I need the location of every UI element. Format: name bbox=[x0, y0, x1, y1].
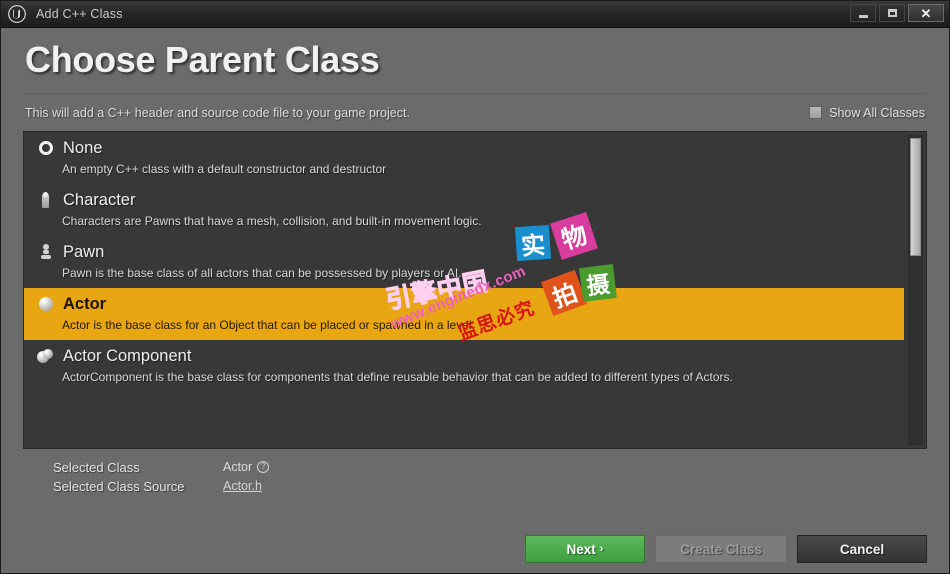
add-cpp-class-dialog: Add C++ Class ✕ Choose Parent Class This… bbox=[0, 0, 950, 574]
sphere-icon bbox=[37, 296, 54, 313]
selected-class-info: Selected Class Actor ? Selected Class So… bbox=[1, 449, 949, 496]
class-name: None bbox=[63, 138, 103, 157]
class-description: An empty C++ class with a default constr… bbox=[62, 161, 387, 176]
pawn-icon bbox=[37, 244, 54, 261]
create-class-button-label: Create Class bbox=[680, 541, 762, 557]
show-all-classes-checkbox[interactable]: Show All Classes bbox=[809, 106, 925, 120]
cancel-button[interactable]: Cancel bbox=[797, 535, 927, 563]
class-row-head: Actor bbox=[24, 295, 904, 314]
class-list-item-actor-component[interactable]: Actor Component ActorComponent is the ba… bbox=[24, 340, 904, 392]
selected-class-label: Selected Class bbox=[53, 459, 140, 475]
parent-class-list[interactable]: None An empty C++ class with a default c… bbox=[23, 130, 927, 449]
show-all-classes-label: Show All Classes bbox=[829, 105, 925, 120]
class-row-head: Character bbox=[24, 191, 904, 210]
class-row-head: None bbox=[24, 139, 904, 158]
class-list-item-pawn[interactable]: Pawn Pawn is the base class of all actor… bbox=[24, 236, 904, 288]
class-description: Pawn is the base class of all actors tha… bbox=[62, 265, 462, 280]
class-name: Actor bbox=[63, 294, 107, 313]
class-list-item-none[interactable]: None An empty C++ class with a default c… bbox=[24, 132, 904, 184]
dialog-footer: Next › Create Class Cancel bbox=[1, 535, 949, 563]
page-title: Choose Parent Class bbox=[25, 39, 380, 80]
cancel-button-label: Cancel bbox=[839, 541, 885, 557]
class-description: Characters are Pawns that have a mesh, c… bbox=[62, 213, 482, 228]
selected-class-source-label: Selected Class Source bbox=[53, 478, 185, 494]
class-description: ActorComponent is the base class for com… bbox=[62, 369, 733, 384]
close-icon[interactable]: ✕ bbox=[908, 4, 944, 22]
create-class-button: Create Class bbox=[655, 535, 787, 563]
class-name: Character bbox=[63, 190, 136, 209]
unreal-engine-logo-icon bbox=[7, 4, 27, 24]
list-scrollbar-thumb[interactable] bbox=[910, 137, 921, 256]
window-title: Add C++ Class bbox=[36, 7, 123, 21]
help-icon[interactable]: ? bbox=[257, 461, 270, 474]
chevron-right-icon: › bbox=[599, 543, 604, 555]
maximize-icon[interactable] bbox=[879, 4, 905, 22]
minimize-icon[interactable] bbox=[850, 4, 876, 22]
class-description: Actor is the base class for an Object th… bbox=[62, 317, 475, 332]
ring-icon bbox=[37, 140, 54, 157]
class-list-viewport: None An empty C++ class with a default c… bbox=[24, 132, 926, 448]
selected-class-source-link[interactable]: Actor.h bbox=[223, 479, 262, 493]
title-bar: Add C++ Class ✕ bbox=[1, 1, 949, 28]
dialog-subtitle: This will add a C++ header and source co… bbox=[25, 105, 410, 120]
selected-class-source-row: Selected Class Source Actor.h bbox=[53, 477, 949, 496]
class-row-head: Pawn bbox=[24, 243, 904, 262]
dialog-header: Choose Parent Class This will add a C++ … bbox=[1, 28, 949, 131]
list-scrollbar-track[interactable] bbox=[908, 134, 923, 445]
checkbox-box[interactable] bbox=[809, 106, 823, 120]
window-controls: ✕ bbox=[850, 4, 944, 22]
selected-class-row: Selected Class Actor ? bbox=[53, 458, 949, 477]
class-name: Actor Component bbox=[63, 346, 192, 365]
class-name: Pawn bbox=[63, 242, 105, 261]
component-icon bbox=[37, 348, 54, 365]
next-button[interactable]: Next › bbox=[525, 535, 645, 563]
class-list-item-character[interactable]: Character Characters are Pawns that have… bbox=[24, 184, 904, 236]
class-list-item-actor[interactable]: Actor Actor is the base class for an Obj… bbox=[24, 287, 904, 340]
character-icon bbox=[37, 191, 54, 209]
class-row-head: Actor Component bbox=[24, 347, 904, 366]
next-button-label: Next bbox=[566, 541, 596, 557]
selected-class-value: Actor bbox=[223, 460, 253, 475]
selected-class-value-group: Actor ? bbox=[223, 460, 270, 475]
subtitle-row: This will add a C++ header and source co… bbox=[25, 94, 925, 131]
